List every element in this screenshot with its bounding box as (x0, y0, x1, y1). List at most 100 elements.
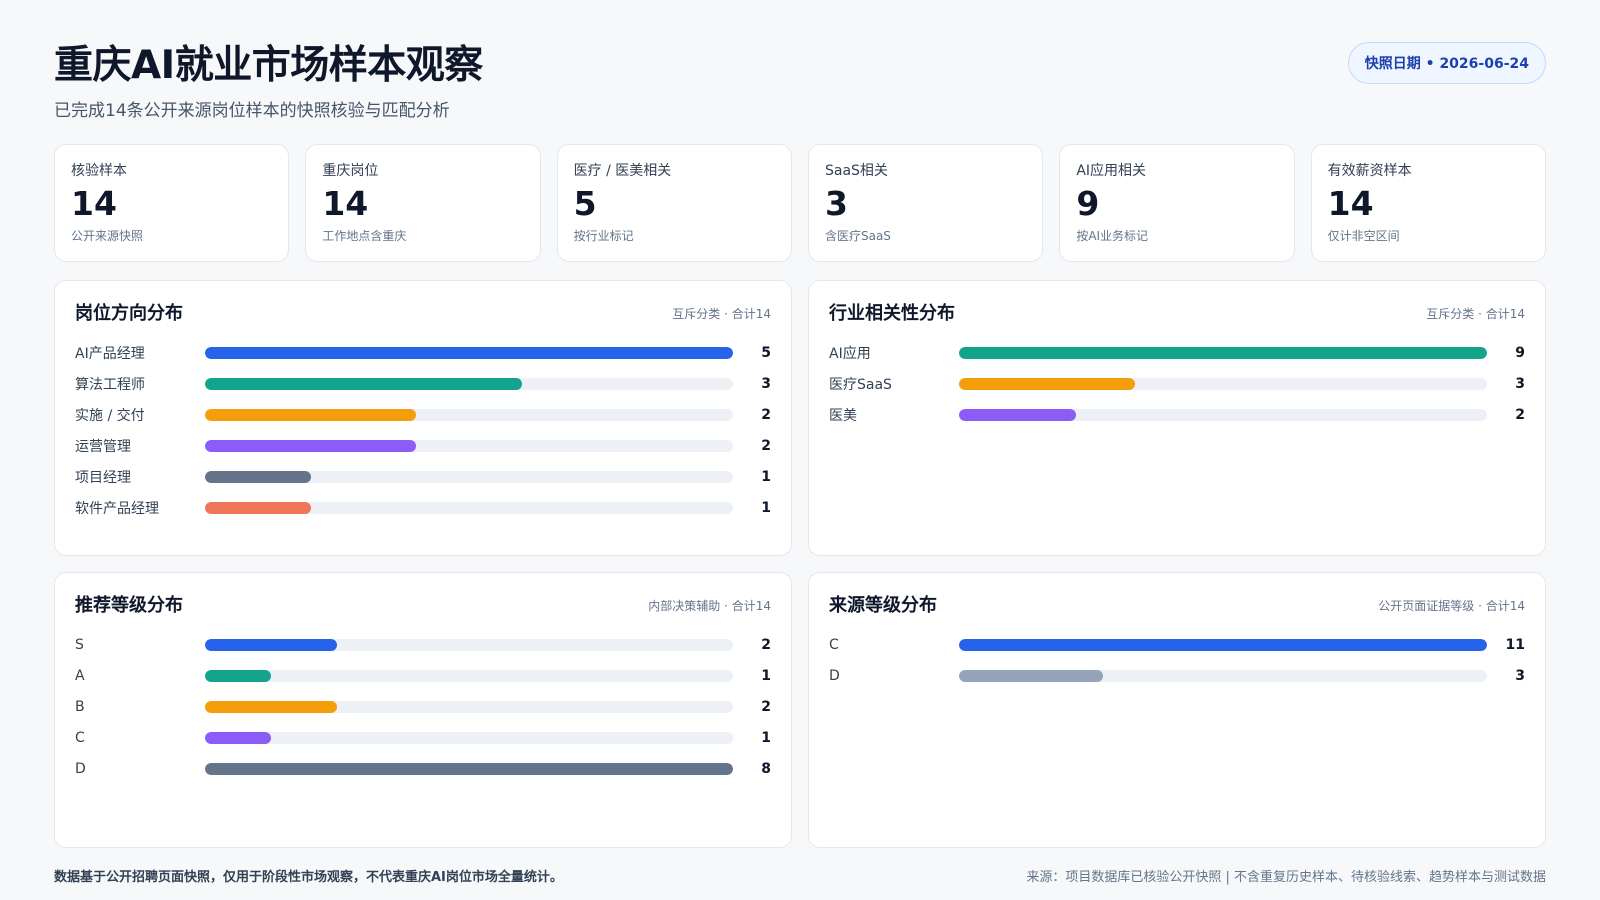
bar-rows: AI产品经理 5 算法工程师 3 实施 / 交付 2 运营管理 2 项目经理 1 软件产品经理 1 (75, 337, 771, 523)
bar-row: D8 (75, 753, 771, 784)
bar-label: C (829, 636, 839, 653)
bar-fill (959, 638, 1487, 651)
bar-row: 软件产品经理 1 (75, 492, 771, 523)
kpi-value: 9 (1076, 184, 1100, 223)
panel-recommendation-level: 推荐等级分布 内部决策辅助 · 合计14 S2A1B2C1D8 (54, 572, 792, 848)
kpi-card-chongqing-jobs: 重庆岗位 14 工作地点含重庆 (305, 144, 541, 262)
bar-rows: C 11 D 3 (829, 629, 1525, 691)
bar-value: 1 (761, 468, 771, 485)
bar-label: 医疗SaaS (829, 376, 892, 393)
bar-track (959, 408, 1487, 421)
panel-title: 推荐等级分布 (75, 595, 183, 616)
panel-title: 行业相关性分布 (829, 303, 955, 324)
kpi-note: 工作地点含重庆 (322, 229, 407, 243)
bar-label: 医美 (829, 407, 857, 424)
bar-row: A1 (75, 660, 771, 691)
bar-row: 医美 2 (829, 399, 1525, 430)
bar-row: 算法工程师 3 (75, 368, 771, 399)
panel-source-level: 来源等级分布 公开页面证据等级 · 合计14 C 11 D 3 (808, 572, 1546, 848)
bar-track (205, 501, 733, 514)
kpi-value: 14 (71, 184, 117, 223)
bar-track (205, 346, 733, 359)
panel-note: 互斥分类 · 合计14 (1426, 307, 1525, 321)
snapshot-date-badge: 快照日期 • 2026-06-24 (1347, 42, 1546, 84)
kpi-label: 核验样本 (71, 163, 127, 179)
bar-row: C1 (75, 722, 771, 753)
bar-fill (205, 346, 733, 359)
bar-value: 9 (1515, 344, 1525, 361)
footer-disclaimer: 数据基于公开招聘页面快照，仅用于阶段性市场观察，不代表重庆AI岗位市场全量统计。 (54, 870, 563, 885)
bar-label: 算法工程师 (75, 376, 145, 393)
bar-value: 3 (1515, 667, 1525, 684)
bar-track (205, 669, 733, 682)
kpi-card-salary-samples: 有效薪资样本 14 仅计非空区间 (1310, 144, 1546, 262)
bar-label: 项目经理 (75, 469, 131, 486)
bar-value: 1 (761, 667, 771, 684)
panel-job-direction: 岗位方向分布 互斥分类 · 合计14 AI产品经理 5 算法工程师 3 实施 / 交付 2… (54, 280, 792, 556)
kpi-label: 重庆岗位 (322, 163, 379, 179)
bar-fill (205, 669, 271, 682)
bar-fill (959, 669, 1103, 682)
bar-label: C (75, 729, 85, 746)
bar-fill (959, 377, 1135, 390)
bar-fill (205, 700, 337, 713)
bar-label: 软件产品经理 (75, 500, 159, 517)
bar-label: D (829, 667, 840, 684)
panel-note: 公开页面证据等级 · 合计14 (1378, 599, 1525, 613)
bar-fill (205, 470, 311, 483)
page-header: 重庆AI就业市场样本观察 已完成14条公开来源岗位样本的快照核验与匹配分析 快照… (54, 40, 1546, 130)
bar-label: D (75, 760, 86, 777)
bar-row: 实施 / 交付 2 (75, 399, 771, 430)
kpi-label: SaaS相关 (824, 163, 888, 179)
bar-fill (205, 638, 337, 651)
bar-rows: AI应用 9 医疗SaaS 3 医美 2 (829, 337, 1525, 430)
bar-row: 项目经理 1 (75, 461, 771, 492)
kpi-note: 仅计非空区间 (1327, 229, 1400, 243)
kpi-value: 3 (824, 184, 848, 223)
bar-value: 5 (761, 344, 771, 361)
kpi-label: AI应用相关 (1076, 163, 1147, 179)
bar-value: 1 (761, 499, 771, 516)
bar-track (205, 470, 733, 483)
bar-row: S2 (75, 629, 771, 660)
bar-fill (205, 377, 522, 390)
bar-value: 3 (761, 375, 771, 392)
bar-value: 2 (1515, 406, 1525, 423)
bar-label: 运营管理 (75, 438, 131, 455)
bar-value: 1 (761, 729, 771, 746)
bar-row: AI应用 9 (829, 337, 1525, 368)
kpi-card-ai-application: AI应用相关 9 按AI业务标记 (1059, 144, 1295, 262)
bar-track (205, 638, 733, 651)
bar-track (205, 408, 733, 421)
kpi-value: 14 (1327, 184, 1374, 223)
bar-track (959, 638, 1487, 651)
kpi-note: 按AI业务标记 (1076, 229, 1149, 243)
bar-track (959, 377, 1487, 390)
bar-value: 2 (761, 437, 771, 454)
kpi-card-medical: 医疗 / 医美相关 5 按行业标记 (556, 144, 792, 262)
kpi-value: 14 (322, 184, 369, 223)
bar-fill (205, 408, 417, 421)
bar-label: 实施 / 交付 (75, 407, 145, 424)
panel-note: 互斥分类 · 合计14 (672, 307, 771, 321)
bar-track (959, 346, 1487, 359)
bar-track (205, 762, 733, 775)
kpi-card-verified-samples: 核验样本 14 公开来源快照 (54, 144, 290, 262)
kpi-value: 5 (573, 184, 597, 223)
bar-track (205, 731, 733, 744)
kpi-label: 医疗 / 医美相关 (573, 163, 672, 179)
bar-track (205, 377, 733, 390)
kpi-note: 公开来源快照 (71, 229, 144, 243)
bar-rows: S2A1B2C1D8 (75, 629, 771, 784)
bar-row: 医疗SaaS 3 (829, 368, 1525, 399)
bar-track (205, 439, 733, 452)
panel-industry-relevance: 行业相关性分布 互斥分类 · 合计14 AI应用 9 医疗SaaS 3 医美 2 (808, 280, 1546, 556)
bar-track (959, 669, 1487, 682)
bar-value: 2 (761, 406, 771, 423)
bar-value: 11 (1505, 636, 1525, 653)
bar-value: 8 (761, 760, 771, 777)
kpi-card-saas: SaaS相关 3 含医疗SaaS (807, 144, 1044, 262)
panel-title: 来源等级分布 (829, 595, 937, 616)
kpi-note: 含医疗SaaS (824, 229, 891, 243)
page-title: 重庆AI就业市场样本观察 (54, 43, 483, 88)
